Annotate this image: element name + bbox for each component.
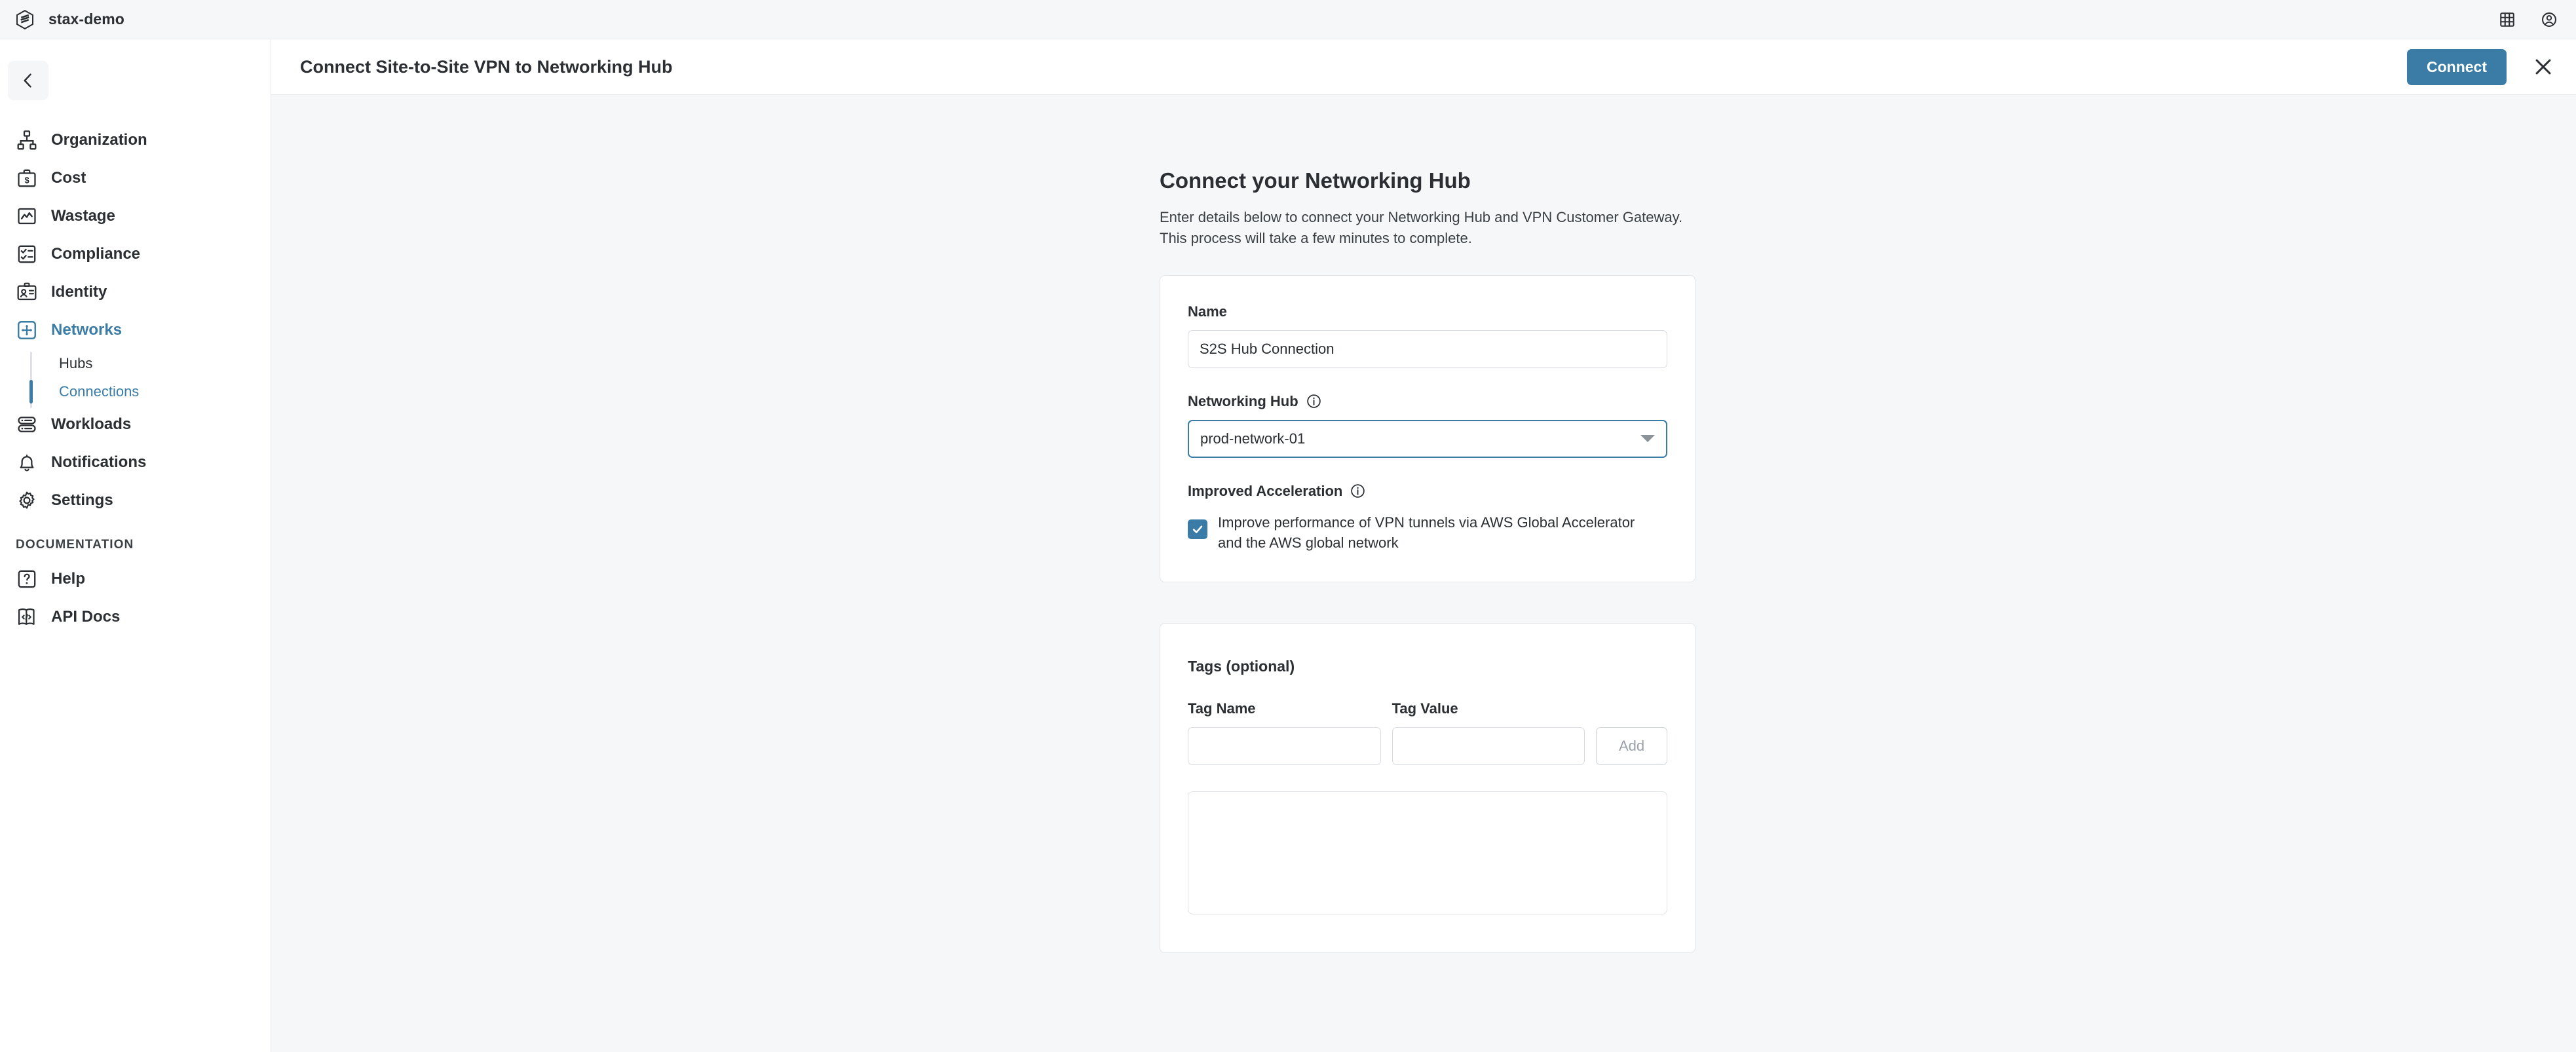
sidebar-item-label: Compliance: [51, 245, 141, 263]
acceleration-checkbox-label: Improve performance of VPN tunnels via A…: [1218, 514, 1635, 552]
sidebar-item-label: Networks: [51, 321, 123, 339]
networking-hub-selected-value: prod-network-01: [1200, 430, 1306, 447]
sidebar-item-compliance[interactable]: Compliance: [0, 235, 271, 273]
briefcase-dollar-icon: $: [18, 169, 36, 187]
sidebar-item-label: Settings: [51, 491, 113, 509]
subnav-item-label: Hubs: [59, 354, 93, 371]
sidebar-subnav-networks: Hubs Connections: [29, 349, 271, 408]
network-move-icon: [18, 321, 36, 339]
add-tag-button[interactable]: Add: [1596, 727, 1668, 766]
sidebar-item-workloads[interactable]: Workloads: [0, 405, 271, 443]
details-card: Name S2S Hub Connection Networking Hub p…: [1160, 274, 1695, 583]
sidebar-item-label: Help: [51, 570, 86, 588]
acceleration-checkbox-row[interactable]: Improve performance of VPN tunnels via A…: [1188, 512, 1667, 553]
sidebar-item-label: API Docs: [51, 608, 121, 626]
name-input[interactable]: S2S Hub Connection: [1188, 329, 1667, 368]
tags-input-row: Tag Name Tag Value Add: [1188, 700, 1668, 766]
sidebar-item-label: Organization: [51, 131, 147, 149]
sidebar-item-notifications[interactable]: Notifications: [0, 443, 271, 481]
tags-title: Tags (optional): [1188, 658, 1295, 675]
check-icon: [1192, 525, 1203, 533]
chart-trend-icon: [18, 208, 36, 225]
acceleration-checkbox[interactable]: [1188, 519, 1207, 539]
user-account-icon[interactable]: [2541, 11, 2558, 28]
improved-acceleration-label: Improved Acceleration: [1188, 483, 1667, 500]
stax-hexagon-logo-icon: [16, 9, 33, 29]
close-button[interactable]: [2529, 52, 2558, 81]
acceleration-group: Improved Acceleration Improve performanc…: [1188, 483, 1667, 553]
back-button[interactable]: [8, 61, 48, 100]
tags-list: [1188, 791, 1667, 915]
id-card-icon: [17, 282, 37, 301]
sidebar-nav: Organization $ Cost Wastage Compliance I…: [0, 121, 271, 636]
sidebar-subitem-connections[interactable]: Connections: [29, 377, 271, 405]
tag-value-column: Tag Value: [1392, 700, 1585, 766]
main-content: Connect your Networking Hub Enter detail…: [271, 95, 2576, 1052]
connect-form: Connect your Networking Hub Enter detail…: [1160, 95, 1697, 954]
page-title: Connect Site-to-Site VPN to Networking H…: [300, 56, 673, 77]
networking-hub-select[interactable]: prod-network-01: [1188, 419, 1667, 458]
top-bar: stax-demo: [0, 0, 2576, 39]
hub-field-group: Networking Hub prod-network-01: [1188, 393, 1667, 458]
sidebar: Organization $ Cost Wastage Compliance I…: [0, 39, 271, 1052]
sidebar-subitem-hubs[interactable]: Hubs: [30, 349, 271, 377]
sidebar-item-settings[interactable]: Settings: [0, 481, 271, 519]
active-indicator: [29, 380, 33, 404]
top-bar-actions: [2499, 0, 2558, 39]
org-chart-icon: [17, 130, 37, 150]
sidebar-item-organization[interactable]: Organization: [0, 121, 271, 159]
networking-hub-label-text: Networking Hub: [1188, 392, 1298, 409]
sidebar-item-label: Cost: [51, 169, 86, 187]
form-description: Enter details below to connect your Netw…: [1160, 209, 1683, 246]
name-label-text: Name: [1188, 303, 1227, 320]
sidebar-item-api-docs[interactable]: API Docs: [0, 598, 271, 636]
grid-apps-icon[interactable]: [2499, 11, 2516, 28]
tag-value-label: Tag Value: [1392, 700, 1458, 717]
sidebar-item-label: Identity: [51, 283, 107, 301]
sidebar-section-documentation: DOCUMENTATION: [16, 538, 134, 552]
tag-name-column: Tag Name: [1188, 700, 1381, 766]
server-stack-icon: [18, 417, 36, 432]
sidebar-item-cost[interactable]: $ Cost: [0, 159, 271, 197]
connect-button[interactable]: Connect: [2407, 48, 2507, 85]
brand-name: stax-demo: [48, 10, 124, 28]
chevron-down-icon: [1640, 435, 1655, 443]
sidebar-item-label: Workloads: [51, 415, 132, 433]
info-circle-icon[interactable]: [1306, 393, 1322, 409]
gear-icon: [19, 491, 35, 509]
name-label: Name: [1188, 303, 1667, 320]
question-box-icon: [18, 570, 36, 588]
content-header: Connect Site-to-Site VPN to Networking H…: [271, 39, 2576, 95]
chevron-left-icon: [24, 73, 31, 88]
checklist-icon: [18, 245, 36, 263]
header-actions: Connect: [2407, 48, 2558, 85]
close-x-icon: [2535, 59, 2551, 75]
networking-hub-label: Networking Hub: [1188, 393, 1667, 410]
svg-text:$: $: [24, 176, 29, 185]
sidebar-item-wastage[interactable]: Wastage: [0, 197, 271, 235]
brand[interactable]: stax-demo: [16, 9, 124, 29]
tags-card: Tags (optional) Tag Name Tag Value Add: [1160, 623, 1695, 954]
code-doc-icon: [18, 608, 35, 625]
sidebar-item-identity[interactable]: Identity: [0, 273, 271, 311]
sidebar-item-help[interactable]: Help: [0, 560, 271, 598]
tag-value-input[interactable]: [1392, 727, 1585, 766]
sidebar-item-label: Wastage: [51, 207, 115, 225]
form-heading: Connect your Networking Hub: [1160, 168, 1471, 193]
bell-icon: [20, 454, 34, 472]
subnav-item-label: Connections: [59, 383, 140, 400]
tag-name-label: Tag Name: [1188, 700, 1256, 717]
sidebar-item-networks[interactable]: Networks: [0, 311, 271, 349]
info-circle-icon[interactable]: [1350, 483, 1366, 499]
tag-name-input[interactable]: [1188, 727, 1381, 766]
sidebar-item-label: Notifications: [51, 453, 147, 471]
improved-acceleration-label-text: Improved Acceleration: [1188, 482, 1343, 499]
